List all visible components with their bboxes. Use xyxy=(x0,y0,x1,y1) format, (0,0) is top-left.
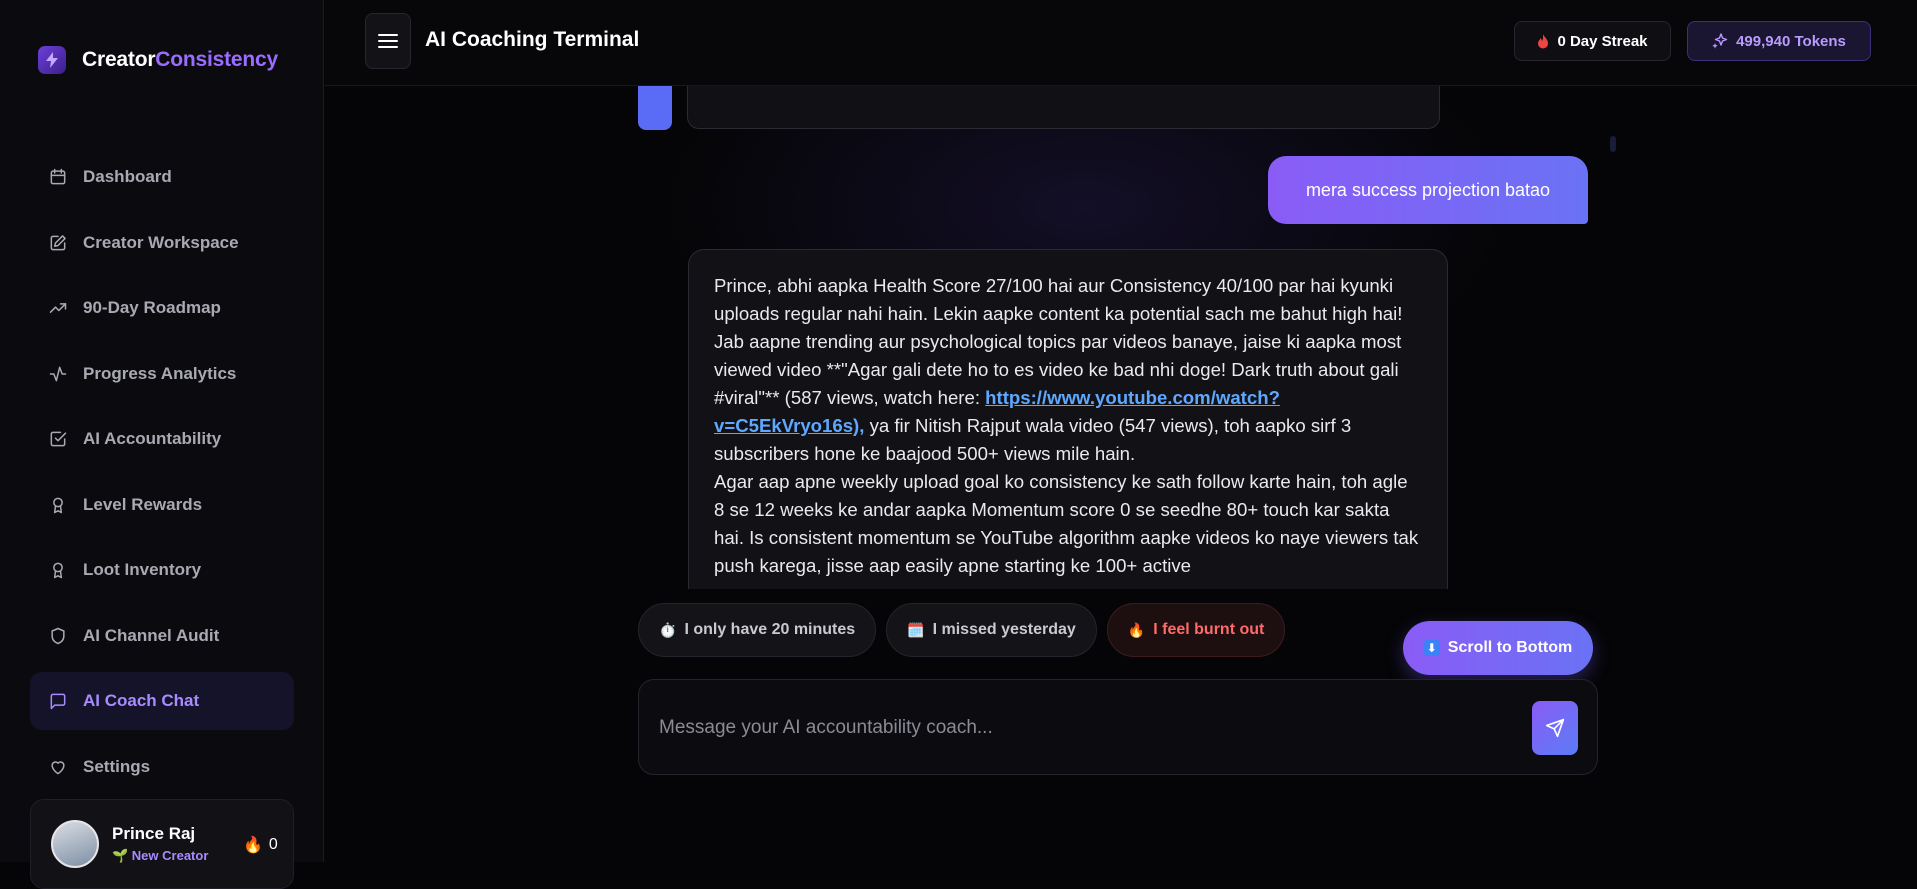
sidebar-item-label: Level Rewards xyxy=(83,494,203,514)
chat-scrollbar[interactable] xyxy=(1610,136,1616,152)
sidebar-item-label: Dashboard xyxy=(83,167,172,186)
fire-icon: 🔥 xyxy=(1127,621,1146,638)
message-square-icon xyxy=(50,693,66,710)
calendar-emoji-icon: 🗓️ xyxy=(907,621,925,638)
sidebar-item-label: 90-Day Roadmap xyxy=(83,298,221,317)
brand[interactable]: CreatorConsistency xyxy=(38,46,278,74)
sidebar-item-label: Creator Workspace xyxy=(83,232,239,252)
ai-message-paragraph: Agar aap apne weekly upload goal ko cons… xyxy=(714,471,1419,576)
sidebar-item-ai-channel-audit[interactable]: AI Channel Audit xyxy=(30,607,294,665)
ai-message-bubble: Prince, abhi aapka Health Score 27/100 h… xyxy=(688,249,1448,589)
sidebar-item-level-rewards[interactable]: Level Rewards xyxy=(30,476,294,534)
flame-icon xyxy=(1538,33,1549,48)
message-composer xyxy=(638,679,1598,775)
top-header: AI Coaching Terminal 0 Day Streak 499,94… xyxy=(325,0,1917,86)
check-square-icon xyxy=(50,431,67,447)
quick-reply-burnt-out[interactable]: 🔥 I feel burnt out xyxy=(1106,603,1286,657)
user-message-text: mera success projection batao xyxy=(1305,179,1551,200)
hamburger-icon xyxy=(378,34,398,48)
quick-reply-label: I missed yesterday xyxy=(932,621,1076,638)
user-name: Prince Raj xyxy=(112,824,196,843)
sidebar-item-ai-coach-chat[interactable]: AI Coach Chat xyxy=(30,672,294,730)
tokens-badge: 499,940 Tokens xyxy=(1687,21,1871,61)
quick-reply-20-minutes[interactable]: ⏱️ I only have 20 minutes xyxy=(638,603,877,657)
quick-replies: ⏱️ I only have 20 minutes 🗓️ I missed ye… xyxy=(638,603,1286,657)
quick-reply-missed-yesterday[interactable]: 🗓️ I missed yesterday xyxy=(886,603,1097,657)
sidebar-item-settings[interactable]: Settings xyxy=(30,738,294,796)
sidebar-item-label: Loot Inventory xyxy=(83,560,202,579)
quick-reply-label: I feel burnt out xyxy=(1153,621,1265,638)
sidebar-item-label: Progress Analytics xyxy=(83,363,237,383)
scroll-to-bottom-button[interactable]: ⬇ Scroll to Bottom xyxy=(1403,621,1593,675)
avatar xyxy=(51,820,99,868)
shield-icon xyxy=(51,627,65,644)
sidebar-item-creator-workspace[interactable]: Creator Workspace xyxy=(30,214,294,272)
brand-name: CreatorConsistency xyxy=(82,48,278,71)
sidebar-item-label: Settings xyxy=(83,756,151,776)
fire-icon: 🔥 xyxy=(243,837,263,854)
tokens-label: 499,940 Tokens xyxy=(1736,32,1846,50)
trending-up-icon xyxy=(49,303,67,313)
edit-icon xyxy=(50,234,66,250)
streak-label: 0 Day Streak xyxy=(1557,32,1648,50)
calendar-icon xyxy=(50,168,66,185)
award-icon xyxy=(53,562,63,579)
user-streak-count: 0 xyxy=(268,836,278,853)
sidebar-item-label: AI Accountability xyxy=(83,429,222,448)
user-card[interactable]: Prince Raj 🌱 New Creator 🔥 0 xyxy=(30,799,294,889)
message-input[interactable] xyxy=(657,702,1521,754)
sidebar-item-ai-accountability[interactable]: AI Accountability xyxy=(30,410,294,468)
previous-ai-avatar xyxy=(638,86,672,130)
award-icon xyxy=(53,497,63,513)
user-streak: 🔥 0 xyxy=(243,835,278,855)
ai-message-paragraph: Prince, abhi aapka Health Score 27/100 h… xyxy=(714,275,1403,464)
page-title: AI Coaching Terminal xyxy=(425,28,640,51)
sidebar-item-roadmap[interactable]: 90-Day Roadmap xyxy=(30,279,294,337)
heart-icon xyxy=(51,760,65,774)
arrow-down-icon: ⬇ xyxy=(1423,640,1440,656)
send-button[interactable] xyxy=(1532,701,1578,755)
send-icon xyxy=(1545,718,1565,738)
bolt-logo-icon xyxy=(38,46,66,74)
sidebar-item-label: AI Channel Audit xyxy=(83,625,220,645)
sparkles-icon xyxy=(1712,33,1728,49)
sidebar: CreatorConsistency Dashboard Creator Wor… xyxy=(0,0,324,889)
sidebar-item-loot-inventory[interactable]: Loot Inventory xyxy=(30,541,294,599)
sidebar-item-label: AI Coach Chat xyxy=(83,691,200,710)
streak-badge: 0 Day Streak xyxy=(1514,21,1671,61)
previous-ai-message xyxy=(687,86,1440,129)
sidebar-item-progress-analytics[interactable]: Progress Analytics xyxy=(30,345,294,403)
sidebar-item-dashboard[interactable]: Dashboard xyxy=(30,148,294,206)
stopwatch-icon: ⏱️ xyxy=(659,621,677,638)
menu-toggle-button[interactable] xyxy=(365,13,411,69)
user-message-bubble: mera success projection batao xyxy=(1268,156,1588,224)
activity-icon xyxy=(49,366,67,381)
sidebar-nav: Dashboard Creator Workspace 90-Day Roadm… xyxy=(30,148,294,803)
quick-reply-label: I only have 20 minutes xyxy=(684,621,856,638)
scroll-to-bottom-label: Scroll to Bottom xyxy=(1447,639,1573,656)
